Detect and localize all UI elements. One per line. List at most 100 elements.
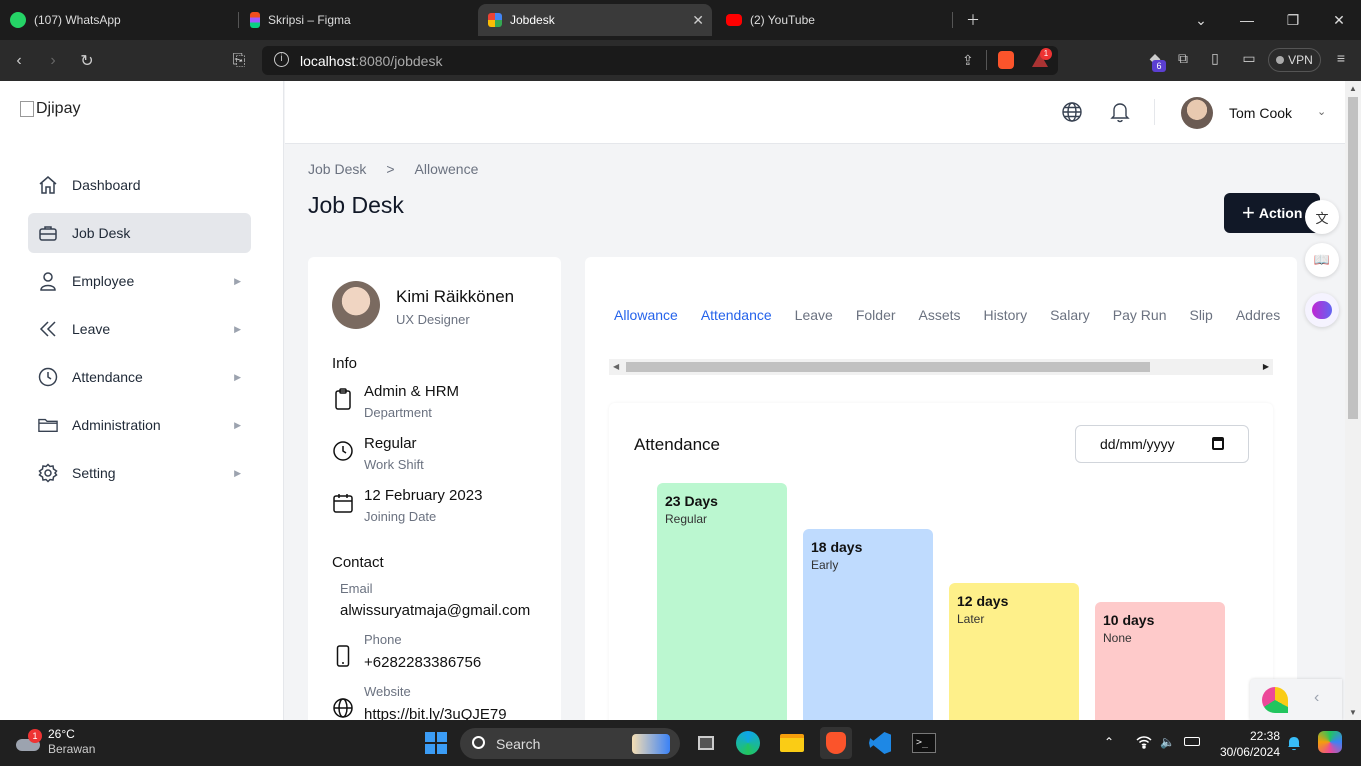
edge-icon[interactable] <box>732 727 764 759</box>
tab-address[interactable]: Addres <box>1236 307 1280 323</box>
sidebar-item-leave[interactable]: Leave ▶ <box>28 309 251 349</box>
vscode-icon[interactable] <box>864 727 896 759</box>
reader-icon[interactable]: 📖 <box>1305 243 1339 277</box>
bar-label: Early <box>811 558 839 572</box>
breadcrumb-root[interactable]: Job Desk <box>308 161 366 177</box>
tab-jobdesk[interactable]: Jobdesk ✕ <box>478 4 712 36</box>
tab-attendance[interactable]: Attendance <box>701 307 772 323</box>
date-input[interactable]: dd/mm/yyyy <box>1075 425 1249 463</box>
phone-value[interactable]: +6282283386756 <box>364 654 481 671</box>
cloud-icon: 1 <box>14 729 42 753</box>
new-tab-icon[interactable]: ＋ <box>950 0 996 40</box>
search-highlight-icon <box>632 734 670 754</box>
scroll-down-icon[interactable]: ▼ <box>1349 708 1357 717</box>
attendance-bar: 12 days Later <box>949 583 1079 720</box>
weather-widget[interactable]: 1 26°C Berawan <box>14 727 95 757</box>
task-view-icon[interactable] <box>690 727 722 759</box>
brave-shields-icon[interactable] <box>998 51 1014 69</box>
weather-desc: Berawan <box>48 742 96 756</box>
email-value[interactable]: alwissuryatmaja@gmail.com <box>340 602 530 619</box>
brave-browser-icon[interactable] <box>820 727 852 759</box>
bell-icon[interactable] <box>1109 101 1131 123</box>
tab-folder[interactable]: Folder <box>856 307 896 323</box>
scrollbar-thumb[interactable] <box>1348 97 1358 419</box>
close-window-icon[interactable]: ✕ <box>1316 0 1361 40</box>
sidebar-item-job-desk[interactable]: Job Desk <box>28 213 251 253</box>
figma-icon <box>250 12 260 28</box>
file-explorer-icon[interactable] <box>776 727 808 759</box>
chevron-down-icon[interactable]: ⌄ <box>1317 105 1326 118</box>
jobdesk-favicon <box>488 13 502 27</box>
wallet-icon[interactable]: ▭ <box>1240 50 1258 68</box>
menu-icon[interactable]: ≡ <box>1332 50 1350 68</box>
windows-start-icon[interactable] <box>420 727 452 759</box>
sidebar-toggle-icon[interactable]: ▯ <box>1206 50 1224 68</box>
tab-whatsapp[interactable]: (107) WhatsApp <box>0 4 236 36</box>
chevron-up-icon[interactable]: ⌃ <box>1104 735 1114 749</box>
weather-badge: 1 <box>28 729 42 743</box>
tab-salary[interactable]: Salary <box>1050 307 1090 323</box>
sidebar-item-attendance[interactable]: Attendance ▶ <box>28 357 251 397</box>
restore-icon[interactable]: ❐ <box>1270 0 1316 40</box>
close-tab-icon[interactable]: ✕ <box>692 12 704 29</box>
scroll-left-icon[interactable]: ◀ <box>613 362 619 371</box>
website-value[interactable]: https://bit.ly/3uQJE79 <box>364 706 507 720</box>
page-vertical-scrollbar[interactable]: ▲ ▼ <box>1345 81 1361 720</box>
notification-bell-icon[interactable] <box>1287 735 1301 754</box>
sidebar-item-label: Dashboard <box>72 177 141 193</box>
scroll-right-icon[interactable]: ▶ <box>1263 362 1269 371</box>
back-icon[interactable]: ‹ <box>6 48 32 74</box>
tab-allowance[interactable]: Allowance <box>614 307 678 323</box>
tab-history[interactable]: History <box>984 307 1028 323</box>
speaker-muted-icon[interactable]: 🔈 <box>1160 735 1175 749</box>
tab-title: (2) YouTube <box>750 13 815 27</box>
site-info-icon[interactable]: i <box>274 52 289 67</box>
tab-slip[interactable]: Slip <box>1189 307 1212 323</box>
copilot-icon[interactable] <box>1318 731 1342 753</box>
scrollbar-thumb[interactable] <box>626 362 1150 372</box>
sidebar-item-setting[interactable]: Setting ▶ <box>28 453 251 493</box>
employee-avatar <box>332 281 380 329</box>
tabs-horizontal-scrollbar[interactable]: ◀ ▶ <box>609 359 1273 375</box>
tab-search-chevron-icon[interactable]: ⌄ <box>1178 0 1224 40</box>
sidebar-item-employee[interactable]: Employee ▶ <box>28 261 251 301</box>
search-icon <box>472 736 485 749</box>
corner-widget[interactable]: ‹ <box>1250 679 1342 720</box>
tab-leave[interactable]: Leave <box>795 307 833 323</box>
sidebar-item-dashboard[interactable]: Dashboard <box>28 165 251 205</box>
attendance-panel: Attendance dd/mm/yyyy 23 Days Regular 18 d… <box>609 403 1273 720</box>
avatar[interactable] <box>1181 97 1213 129</box>
user-name[interactable]: Tom Cook <box>1229 105 1292 121</box>
system-clock[interactable]: 22:38 30/06/2024 <box>1218 728 1280 760</box>
sidebar-item-label: Setting <box>72 465 116 481</box>
extensions-puzzle-icon[interactable]: ⧉ <box>1174 50 1192 68</box>
forward-icon[interactable]: › <box>40 48 66 74</box>
terminal-icon[interactable]: >_ <box>908 727 940 759</box>
attendance-bar: 23 Days Regular <box>657 483 787 720</box>
share-icon[interactable]: ⇪ <box>962 52 974 69</box>
employee-name: Kimi Räikkönen <box>396 287 515 306</box>
chevron-left-icon[interactable]: ‹ <box>1314 689 1319 707</box>
tab-pay-run[interactable]: Pay Run <box>1113 307 1167 323</box>
tab-youtube[interactable]: (2) YouTube <box>716 4 948 36</box>
vpn-button[interactable]: VPN <box>1268 48 1321 72</box>
address-bar[interactable]: i localhost:8080/jobdesk ⇪ 1 <box>262 46 1058 75</box>
breadcrumb-separator: > <box>386 161 395 177</box>
brain-icon[interactable] <box>1305 293 1339 327</box>
tab-assets[interactable]: Assets <box>919 307 961 323</box>
caret-right-icon: ▶ <box>234 467 241 478</box>
translate-icon[interactable]: 文 <box>1305 200 1339 234</box>
scroll-up-icon[interactable]: ▲ <box>1349 84 1357 93</box>
info-title: Info <box>332 355 358 372</box>
calendar-icon[interactable] <box>1212 437 1224 450</box>
wifi-icon[interactable] <box>1136 735 1152 752</box>
tab-figma[interactable]: Skripsi – Figma <box>240 4 472 36</box>
battery-icon[interactable] <box>1184 735 1200 749</box>
reload-icon[interactable]: ↻ <box>74 48 100 74</box>
globe-icon[interactable] <box>1061 101 1083 123</box>
sidebar-item-administration[interactable]: Administration ▶ <box>28 405 251 445</box>
taskbar-search[interactable]: Search <box>460 728 680 759</box>
bookmark-icon[interactable]: ⎘ <box>226 48 252 74</box>
vpn-label: VPN <box>1288 53 1313 67</box>
minimize-icon[interactable]: — <box>1224 0 1270 40</box>
